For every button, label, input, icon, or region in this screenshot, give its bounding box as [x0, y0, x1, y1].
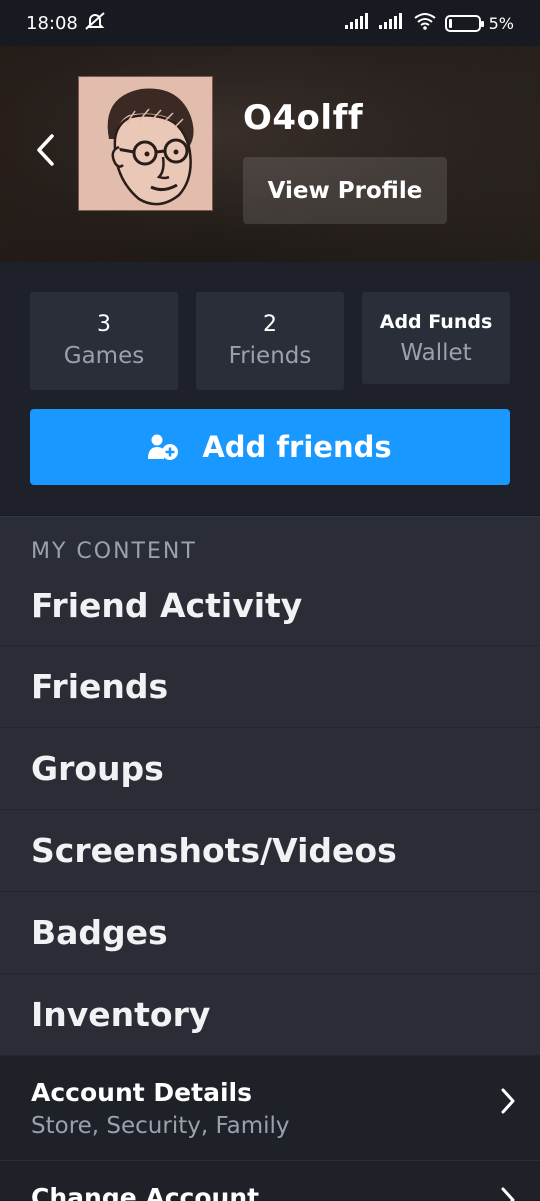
friends-count: 2 [263, 312, 277, 337]
menu-item-groups[interactable]: Groups [0, 728, 540, 810]
section-title: MY CONTENT [31, 539, 197, 564]
account-details-item[interactable]: Account Details Store, Security, Family [0, 1056, 540, 1161]
change-account-title: Change Account [31, 1183, 260, 1201]
wifi-icon [413, 12, 437, 35]
friends-label: Friends [228, 343, 312, 369]
add-user-icon [148, 434, 179, 460]
menu-item-friends[interactable]: Friends [0, 646, 540, 728]
add-friends-label: Add friends [202, 430, 392, 464]
change-account-item[interactable]: Change Account [0, 1161, 540, 1201]
menu-item-friend-activity[interactable]: Friend Activity [0, 565, 540, 646]
avatar[interactable] [78, 76, 213, 211]
signal-icon [378, 12, 405, 34]
status-time: 18:08 [26, 12, 78, 34]
chevron-right-icon [501, 1088, 515, 1114]
profile-header: O4olff View Profile [0, 46, 540, 262]
status-bar: 18:08 5% [0, 0, 540, 46]
view-profile-button[interactable]: View Profile [243, 157, 447, 224]
chevron-left-icon [37, 134, 54, 166]
menu-item-inventory[interactable]: Inventory [0, 974, 540, 1056]
battery-icon [444, 14, 484, 32]
battery-level: 5% [488, 13, 514, 33]
account-details-subtitle: Store, Security, Family [31, 1113, 290, 1139]
muted-bell-icon [84, 11, 106, 36]
add-friends-button[interactable]: Add friends [30, 409, 510, 485]
stats-panel: 3 Games 2 Friends Add Funds Wallet Add f… [0, 262, 540, 515]
signal-icon [344, 12, 371, 34]
back-button[interactable] [28, 130, 62, 170]
account-section: Account Details Store, Security, Family … [0, 1056, 540, 1201]
games-stat-card[interactable]: 3 Games [30, 292, 178, 390]
friends-stat-card[interactable]: 2 Friends [196, 292, 344, 390]
profile-username: O4olff [243, 98, 364, 138]
add-funds-label: Add Funds [379, 311, 493, 333]
games-label: Games [63, 343, 145, 369]
my-content-section: MY CONTENT Friend Activity Friends Group… [0, 516, 540, 1056]
wallet-label: Wallet [400, 340, 472, 366]
menu-item-badges[interactable]: Badges [0, 892, 540, 974]
account-details-title: Account Details [31, 1078, 252, 1107]
games-count: 3 [97, 312, 111, 337]
wallet-stat-card[interactable]: Add Funds Wallet [362, 292, 510, 384]
chevron-right-icon [501, 1187, 515, 1201]
menu-item-screenshots-videos[interactable]: Screenshots/Videos [0, 810, 540, 892]
